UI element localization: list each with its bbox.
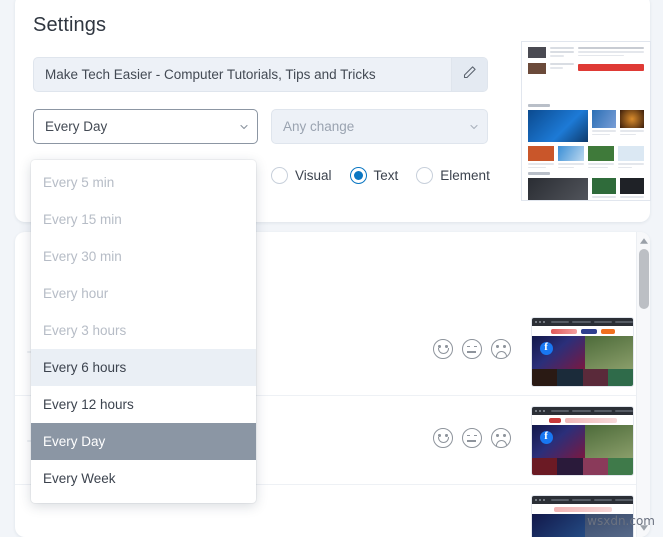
chevron-down-icon [461,121,487,133]
row-thumbnail[interactable] [531,317,634,387]
interval-select[interactable]: Every Day [33,109,258,144]
menu-item-every-30-min[interactable]: Every 30 min [31,238,256,275]
pencil-icon [462,65,477,85]
radio-visual-dot [271,167,288,184]
mode-radio-group: Visual Text Element [271,167,490,184]
scrollbar-thumb[interactable] [639,249,649,309]
site-title-field[interactable]: Make Tech Easier - Computer Tutorials, T… [33,57,488,92]
site-title-value: Make Tech Easier - Computer Tutorials, T… [45,67,376,82]
interval-select-value: Every Day [45,119,108,134]
radio-visual-label: Visual [295,168,332,183]
watermark: wsxdn.com [587,514,655,528]
reaction-group [433,428,511,448]
menu-item-every-12-hours[interactable]: Every 12 hours [31,386,256,423]
radio-element[interactable]: Element [416,167,490,184]
radio-text-label: Text [373,168,399,183]
menu-item-every-15-min[interactable]: Every 15 min [31,201,256,238]
chevron-down-icon [231,121,257,133]
change-type-select-value: Any change [283,119,355,134]
row-thumbnail[interactable] [531,406,634,476]
reaction-group [433,339,511,359]
neutral-face-icon[interactable] [462,339,482,359]
menu-item-every-5-min[interactable]: Every 5 min [31,164,256,201]
sad-face-icon[interactable] [491,339,511,359]
change-type-select[interactable]: Any change [271,109,488,144]
triangle-up-icon[interactable] [637,234,650,248]
happy-face-icon[interactable] [433,339,453,359]
interval-dropdown-menu[interactable]: Every 5 min Every 15 min Every 30 min Ev… [31,160,256,503]
radio-element-label: Element [440,168,490,183]
sad-face-icon[interactable] [491,428,511,448]
neutral-face-icon[interactable] [462,428,482,448]
list-scrollbar[interactable] [636,232,650,537]
edit-title-button[interactable] [451,58,487,91]
menu-item-every-3-hours[interactable]: Every 3 hours [31,312,256,349]
radio-element-dot [416,167,434,184]
radio-text-dot [349,167,367,184]
menu-item-every-week[interactable]: Every Week [31,460,256,497]
radio-text[interactable]: Text [349,167,399,184]
menu-item-every-6-hours[interactable]: Every 6 hours [31,349,256,386]
happy-face-icon[interactable] [433,428,453,448]
radio-visual[interactable]: Visual [271,167,332,184]
page-title: Settings [33,14,107,36]
menu-item-every-day[interactable]: Every Day [31,423,256,460]
settings-preview-thumbnail[interactable] [521,41,651,201]
menu-item-every-hour[interactable]: Every hour [31,275,256,312]
